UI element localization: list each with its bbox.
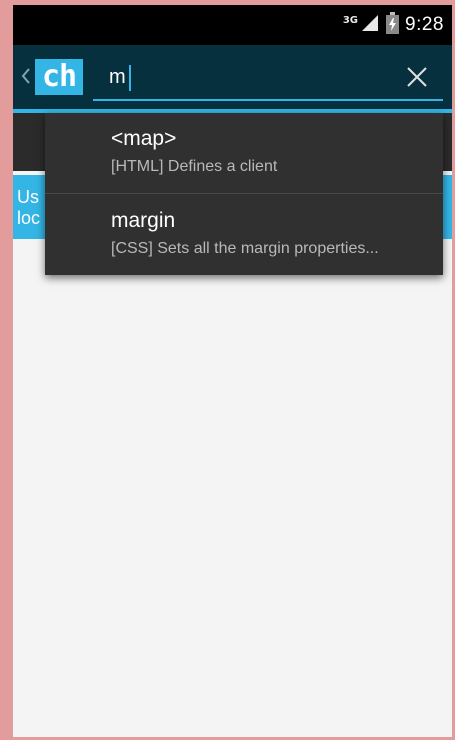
- close-icon: [407, 67, 427, 87]
- suggestions-dropdown: <map> [HTML] Defines a client margin [CS…: [45, 113, 443, 275]
- info-banner-line1: Us: [17, 187, 39, 207]
- suggestion-divider: [45, 193, 443, 194]
- app-screen: 3G 9:28 ch m Us loc <map> [HTML] Defines…: [0, 0, 455, 740]
- battery-icon: [386, 12, 400, 38]
- signal-icon: [360, 13, 380, 37]
- suggestion-title: <map>: [111, 127, 177, 150]
- network-type-label: 3G: [342, 14, 359, 26]
- search-input[interactable]: [109, 61, 369, 93]
- status-bar: 3G 9:28: [13, 5, 452, 45]
- info-banner-line2: loc: [17, 208, 41, 228]
- suggestion-title: margin: [111, 209, 176, 232]
- suggestion-subtitle: [HTML] Defines a client: [111, 158, 278, 175]
- text-cursor: [129, 65, 131, 91]
- app-logo[interactable]: ch: [35, 59, 83, 95]
- chevron-left-icon[interactable]: [20, 63, 32, 89]
- status-clock: 9:28: [405, 14, 444, 35]
- clear-search-button[interactable]: [403, 63, 431, 91]
- status-icons: 3G 9:28: [342, 12, 444, 38]
- suggestion-subtitle: [CSS] Sets all the margin properties...: [111, 240, 379, 257]
- suggestion-item-margin[interactable]: margin [CSS] Sets all the margin propert…: [45, 195, 443, 275]
- suggestion-item-map[interactable]: <map> [HTML] Defines a client: [45, 113, 443, 193]
- search-field[interactable]: [93, 55, 443, 101]
- action-bar: ch: [13, 45, 452, 113]
